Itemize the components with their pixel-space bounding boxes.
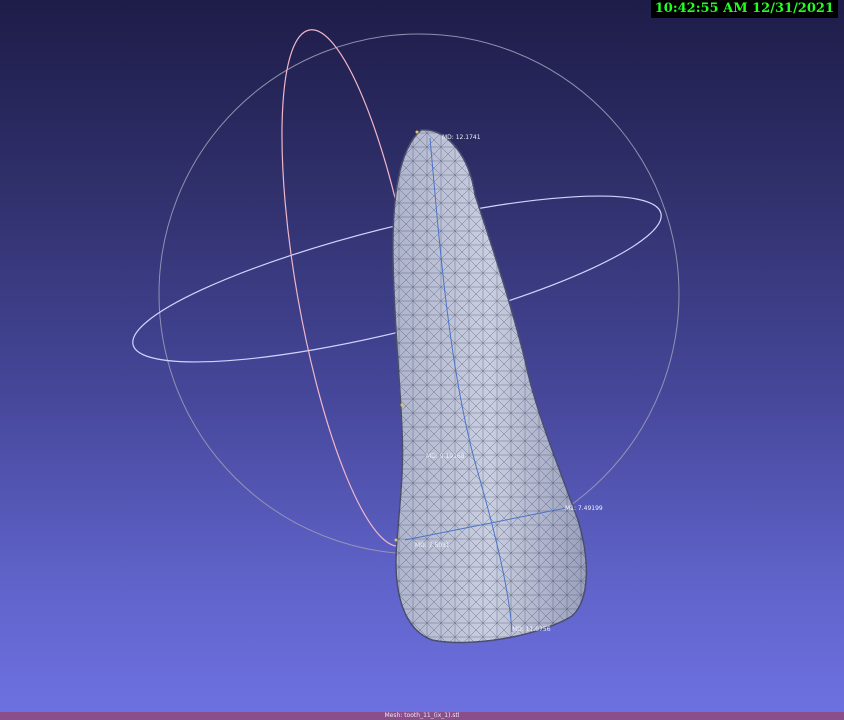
3d-viewport[interactable]: MD: 12.1741 MD: 9.19168 M1: 7.49199 MD: … [0,0,844,712]
measurement-label: MD: 9.19168 [426,453,465,460]
measurement-label: MD: 7.5031 [415,542,450,549]
measurement-label: MD: 12.1741 [442,134,481,141]
measurement-label: MD: 11.0756 [512,626,551,633]
measurement-label: M1: 7.49199 [565,505,603,512]
status-bar: Mesh: tooth_11_(ix_1).stl [0,712,844,720]
clock-display: 10:42:55 AM 12/31/2021 [650,0,838,18]
